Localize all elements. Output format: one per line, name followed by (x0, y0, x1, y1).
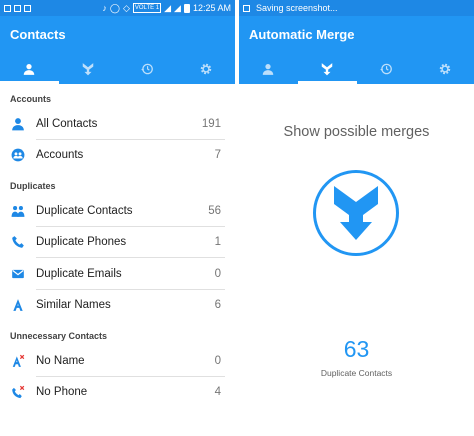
tab-settings[interactable] (415, 54, 474, 84)
phone-x-icon (10, 384, 26, 400)
merge-icon (82, 63, 94, 76)
mute-icon: ♪ (102, 3, 107, 13)
list-item-all-contacts[interactable]: All Contacts 191 (0, 108, 235, 140)
tab-history[interactable] (357, 54, 416, 84)
show-merges-headline: Show possible merges (283, 124, 430, 140)
item-label: Duplicate Contacts (36, 204, 133, 217)
merge-button[interactable] (313, 170, 399, 256)
item-label: All Contacts (36, 117, 98, 130)
signal-icon: ◢ (174, 2, 181, 13)
automatic-merge-screen: Saving screenshot... Automatic Merge Sho… (239, 0, 474, 436)
accounts-icon (10, 147, 26, 163)
notification-icon (4, 4, 11, 12)
volte-badge: VOLTE 1 (132, 3, 162, 13)
tab-contacts[interactable] (0, 54, 59, 84)
page-title: Contacts (10, 27, 66, 42)
history-icon (380, 63, 392, 75)
item-label: Duplicate Phones (36, 236, 127, 249)
item-count: 0 (214, 354, 221, 367)
tab-bar (239, 54, 474, 84)
status-time: 12:25 AM (192, 3, 231, 13)
item-label: No Phone (36, 386, 88, 399)
list-item-duplicate-emails[interactable]: Duplicate Emails 0 (0, 258, 235, 290)
alarm-icon: ◯ (109, 2, 120, 13)
list-item-no-phone[interactable]: No Phone 4 (0, 377, 235, 409)
letter-a-icon (10, 297, 26, 313)
item-count: 6 (214, 299, 221, 312)
gear-icon (200, 63, 211, 75)
item-count: 191 (201, 117, 221, 130)
app-bar: Automatic Merge (239, 16, 474, 84)
tab-settings[interactable] (176, 54, 235, 84)
page-title: Automatic Merge (249, 27, 355, 42)
item-label: Duplicate Emails (36, 267, 122, 280)
item-label: No Name (36, 354, 85, 367)
duplicate-count-caption: Duplicate Contacts (320, 368, 393, 378)
notification-icon (14, 4, 21, 12)
screenshot-icon (243, 4, 250, 12)
person-icon (24, 64, 35, 75)
item-count: 4 (214, 386, 221, 399)
section-header-unnecessary: Unnecessary Contacts (10, 331, 108, 341)
letter-a-x-icon (10, 353, 26, 369)
list-item-accounts[interactable]: Accounts 7 (0, 140, 235, 172)
section-header-accounts: Accounts (10, 94, 52, 104)
tab-history[interactable] (118, 54, 177, 84)
item-count: 56 (208, 204, 221, 217)
status-notification: Saving screenshot... (256, 3, 338, 13)
duplicate-count: 63 (343, 336, 370, 362)
battery-icon (183, 3, 190, 13)
item-label: Accounts (36, 149, 84, 162)
email-icon (10, 266, 26, 282)
status-bar: Saving screenshot... (239, 0, 474, 16)
list-item-no-name[interactable]: No Name 0 (0, 345, 235, 377)
item-count: 1 (214, 236, 221, 249)
list-item-duplicate-phones[interactable]: Duplicate Phones 1 (0, 227, 235, 259)
item-count: 0 (214, 267, 221, 280)
people-icon (10, 203, 26, 219)
signal-icon: ◢ (164, 2, 172, 13)
merge-icon (321, 63, 333, 76)
tab-merge[interactable] (297, 54, 357, 84)
person-icon (263, 64, 274, 75)
notification-icon (24, 4, 31, 12)
person-icon (10, 116, 26, 132)
tab-bar (0, 54, 235, 84)
section-header-duplicates: Duplicates (10, 181, 56, 191)
merge-body: Show possible merges 63 Duplicate Contac… (239, 84, 474, 436)
tab-contacts[interactable] (239, 54, 298, 84)
app-bar: Contacts (0, 16, 235, 84)
contacts-screen: ♪ ◯ ◇ VOLTE 1 ◢ ◢ 12:25 AM Contacts Acco… (0, 0, 235, 436)
item-label: Similar Names (36, 299, 111, 312)
tab-merge[interactable] (59, 54, 118, 84)
wifi-icon: ◇ (122, 2, 130, 13)
phone-icon (10, 234, 26, 250)
item-count: 7 (214, 149, 221, 162)
list-item-similar-names[interactable]: Similar Names 6 (0, 290, 235, 322)
status-bar: ♪ ◯ ◇ VOLTE 1 ◢ ◢ 12:25 AM (0, 0, 235, 16)
merge-arrow-icon (334, 186, 378, 240)
gear-icon (439, 63, 450, 75)
history-icon (141, 63, 153, 75)
list-item-duplicate-contacts[interactable]: Duplicate Contacts 56 (0, 195, 235, 227)
